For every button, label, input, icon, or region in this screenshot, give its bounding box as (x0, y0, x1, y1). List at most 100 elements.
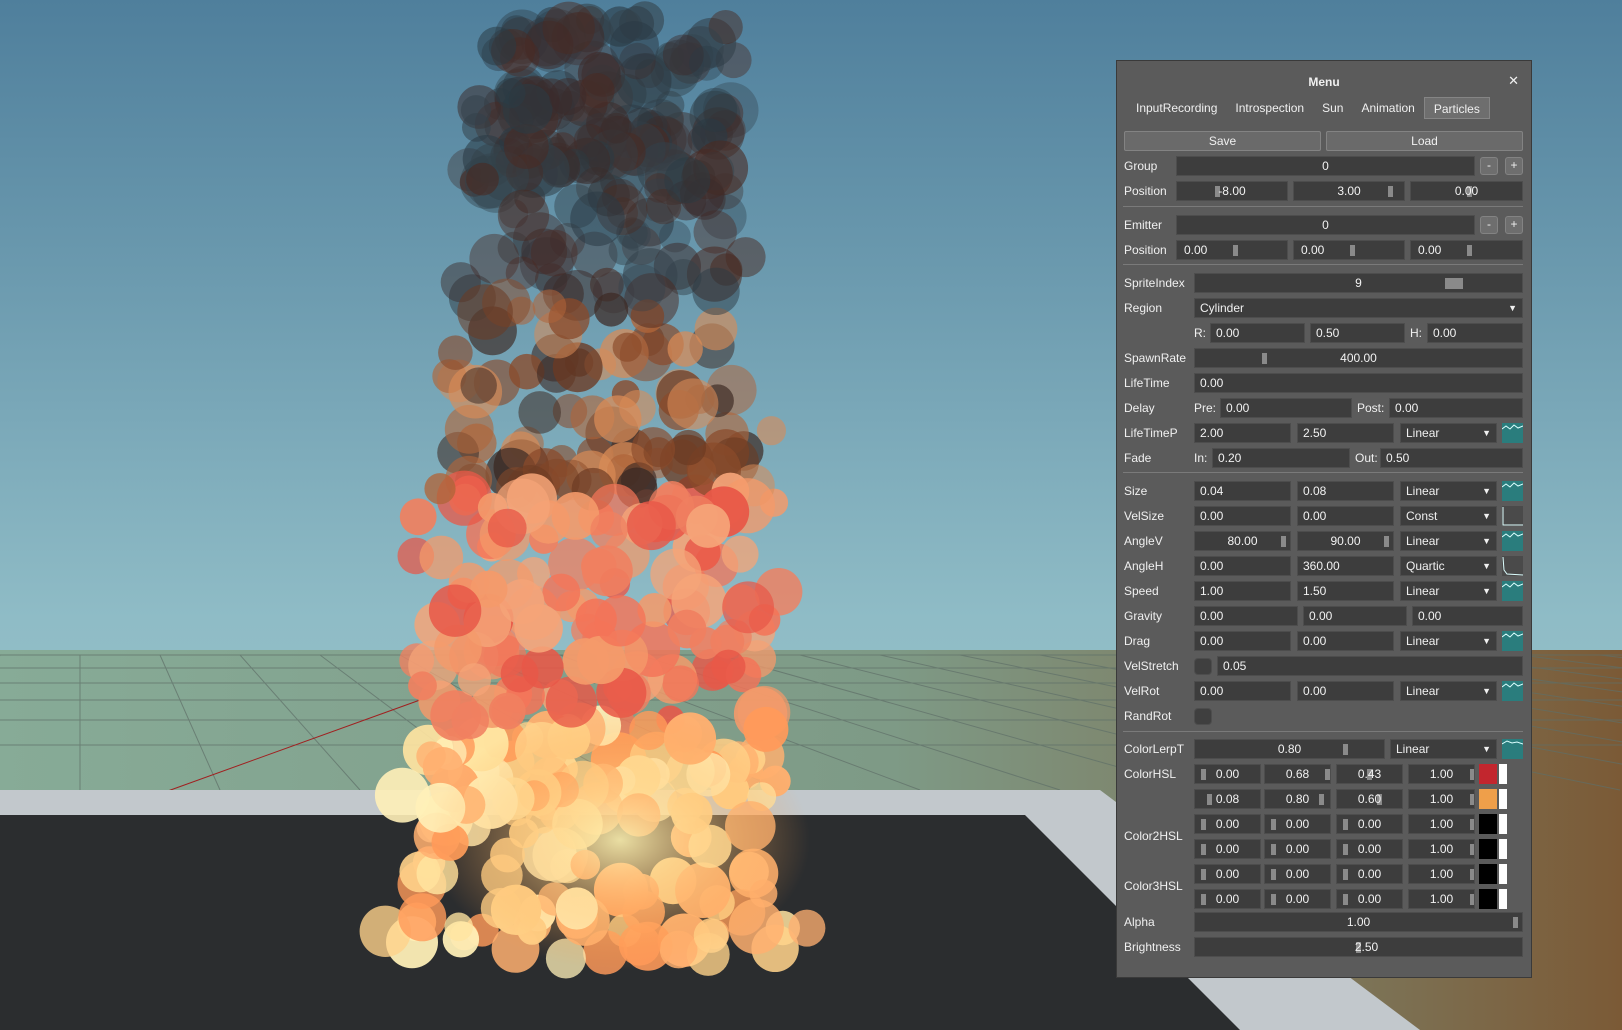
angle-v-min[interactable]: 80.00 (1194, 531, 1291, 551)
emitter-minus-button[interactable]: - (1480, 216, 1498, 234)
delay-pre-field[interactable]: 0.00 (1220, 398, 1352, 418)
curve-quartic-icon[interactable] (1502, 556, 1523, 576)
gravity-y[interactable]: 0.00 (1303, 606, 1407, 626)
emitter-field[interactable]: 0 (1176, 215, 1475, 235)
tab-introspection[interactable]: Introspection (1226, 97, 1313, 119)
color-swatch[interactable] (1479, 814, 1497, 834)
vel-stretch-field[interactable]: 0.05 (1217, 656, 1523, 676)
group-position-y[interactable]: 3.00 (1293, 181, 1405, 201)
angle-h-max[interactable]: 360.00 (1297, 556, 1394, 576)
color3-hsl-h-slider[interactable]: 0.00 (1194, 889, 1261, 909)
curve-wave-icon[interactable] (1502, 481, 1523, 501)
gravity-x[interactable]: 0.00 (1194, 606, 1298, 626)
tab-inputrecording[interactable]: InputRecording (1127, 97, 1226, 119)
fade-in-field[interactable]: 0.20 (1212, 448, 1350, 468)
color-hsl-a-slider[interactable]: 1.00 (1408, 789, 1475, 809)
curve-wave-icon[interactable] (1502, 739, 1523, 759)
color-hsl-s-slider[interactable]: 0.68 (1264, 764, 1331, 784)
color-hsl-h-slider[interactable]: 0.08 (1194, 789, 1261, 809)
vel-stretch-checkbox[interactable] (1194, 658, 1212, 675)
color-swatch[interactable] (1479, 889, 1497, 909)
emitter-plus-button[interactable]: + (1505, 216, 1523, 234)
vel-size-mode-dropdown[interactable]: Const ▼ (1400, 506, 1497, 526)
color3-hsl-l-slider[interactable]: 0.00 (1336, 864, 1403, 884)
group-plus-button[interactable]: + (1505, 157, 1523, 175)
rand-rot-checkbox[interactable] (1194, 708, 1212, 725)
color3-hsl-h-slider[interactable]: 0.00 (1194, 864, 1261, 884)
group-position-x[interactable]: -8.00 (1176, 181, 1288, 201)
angle-v-max[interactable]: 90.00 (1297, 531, 1394, 551)
color3-hsl-l-slider[interactable]: 0.00 (1336, 889, 1403, 909)
color2-hsl-s-slider[interactable]: 0.00 (1264, 839, 1331, 859)
emitter-position-x[interactable]: 0.00 (1176, 240, 1288, 260)
speed-mode-dropdown[interactable]: Linear ▼ (1400, 581, 1497, 601)
color3-hsl-s-slider[interactable]: 0.00 (1264, 864, 1331, 884)
color-hsl-l-slider[interactable]: 0.60 (1336, 789, 1403, 809)
tab-sun[interactable]: Sun (1313, 97, 1352, 119)
gravity-z[interactable]: 0.00 (1412, 606, 1523, 626)
color-swatch[interactable] (1479, 839, 1497, 859)
color-lerp-t-mode-dropdown[interactable]: Linear ▼ (1390, 739, 1497, 759)
tab-animation[interactable]: Animation (1352, 97, 1423, 119)
drag-min[interactable]: 0.00 (1194, 631, 1291, 651)
curve-const-icon[interactable] (1502, 506, 1523, 526)
fade-out-field[interactable]: 0.50 (1380, 448, 1523, 468)
region-h-field[interactable]: 0.00 (1427, 323, 1523, 343)
size-min[interactable]: 0.04 (1194, 481, 1291, 501)
color3-hsl-s-slider[interactable]: 0.00 (1264, 889, 1331, 909)
color-swatch[interactable] (1479, 864, 1497, 884)
vel-rot-max[interactable]: 0.00 (1297, 681, 1394, 701)
curve-wave-icon[interactable] (1502, 581, 1523, 601)
alpha-slider[interactable]: 1.00 (1194, 912, 1523, 932)
curve-wave-icon[interactable] (1502, 631, 1523, 651)
angle-h-mode-dropdown[interactable]: Quartic ▼ (1400, 556, 1497, 576)
color2-hsl-h-slider[interactable]: 0.00 (1194, 839, 1261, 859)
color-swatch[interactable] (1479, 789, 1497, 809)
curve-wave-icon[interactable] (1502, 531, 1523, 551)
color3-hsl-a-slider[interactable]: 1.00 (1408, 889, 1475, 909)
spawn-rate-slider[interactable]: 400.00 (1194, 348, 1523, 368)
color2-hsl-s-slider[interactable]: 0.00 (1264, 814, 1331, 834)
lifetime-p-min[interactable]: 2.00 (1194, 423, 1291, 443)
emitter-position-z[interactable]: 0.00 (1410, 240, 1523, 260)
color-lerp-t-slider[interactable]: 0.80 (1194, 739, 1385, 759)
load-button[interactable]: Load (1326, 131, 1523, 151)
color-hsl-s-slider[interactable]: 0.80 (1264, 789, 1331, 809)
size-mode-dropdown[interactable]: Linear ▼ (1400, 481, 1497, 501)
vel-rot-mode-dropdown[interactable]: Linear ▼ (1400, 681, 1497, 701)
region-mid-field[interactable]: 0.50 (1310, 323, 1405, 343)
vel-size-min[interactable]: 0.00 (1194, 506, 1291, 526)
color3-hsl-a-slider[interactable]: 1.00 (1408, 864, 1475, 884)
close-icon[interactable]: ✕ (1508, 73, 1519, 89)
drag-mode-dropdown[interactable]: Linear ▼ (1400, 631, 1497, 651)
lifetime-p-mode-dropdown[interactable]: Linear ▼ (1400, 423, 1497, 443)
color-hsl-h-slider[interactable]: 0.00 (1194, 764, 1261, 784)
delay-post-field[interactable]: 0.00 (1389, 398, 1523, 418)
region-r-field[interactable]: 0.00 (1210, 323, 1305, 343)
color2-hsl-a-slider[interactable]: 1.00 (1408, 839, 1475, 859)
emitter-position-y[interactable]: 0.00 (1293, 240, 1405, 260)
brightness-slider[interactable]: 2.50 (1194, 937, 1523, 957)
curve-wave-icon[interactable] (1502, 681, 1523, 701)
lifetime-field[interactable]: 0.00 (1194, 373, 1523, 393)
angle-v-mode-dropdown[interactable]: Linear ▼ (1400, 531, 1497, 551)
vel-rot-min[interactable]: 0.00 (1194, 681, 1291, 701)
lifetime-p-max[interactable]: 2.50 (1297, 423, 1394, 443)
color2-hsl-a-slider[interactable]: 1.00 (1408, 814, 1475, 834)
group-minus-button[interactable]: - (1480, 157, 1498, 175)
region-dropdown[interactable]: Cylinder ▼ (1194, 298, 1523, 318)
color2-hsl-h-slider[interactable]: 0.00 (1194, 814, 1261, 834)
vel-size-max[interactable]: 0.00 (1297, 506, 1394, 526)
color2-hsl-l-slider[interactable]: 0.00 (1336, 839, 1403, 859)
color2-hsl-l-slider[interactable]: 0.00 (1336, 814, 1403, 834)
group-field[interactable]: 0 (1176, 156, 1475, 176)
color-swatch[interactable] (1479, 764, 1497, 784)
color-hsl-a-slider[interactable]: 1.00 (1408, 764, 1475, 784)
color-hsl-l-slider[interactable]: 0.43 (1336, 764, 1403, 784)
tab-particles[interactable]: Particles (1423, 97, 1490, 119)
speed-max[interactable]: 1.50 (1297, 581, 1394, 601)
drag-max[interactable]: 0.00 (1297, 631, 1394, 651)
save-button[interactable]: Save (1124, 131, 1321, 151)
curve-wave-icon[interactable] (1502, 423, 1523, 443)
speed-min[interactable]: 1.00 (1194, 581, 1291, 601)
